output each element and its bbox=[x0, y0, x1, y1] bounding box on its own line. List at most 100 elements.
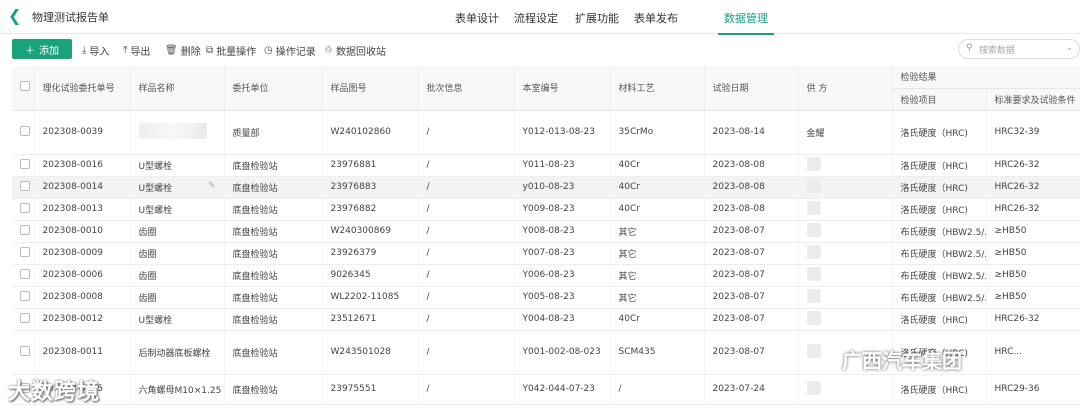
cell-supplier bbox=[798, 220, 893, 243]
cell-unit-text: 底盘检验站 bbox=[232, 183, 278, 194]
col-header-id[interactable]: 理化试验委托单号 bbox=[34, 66, 131, 111]
row-checkbox[interactable] bbox=[20, 268, 30, 279]
row-checkbox[interactable] bbox=[20, 345, 30, 356]
cell-item: 布氏硬度（HBW2.5/... bbox=[892, 264, 987, 287]
cell-sample bbox=[130, 110, 225, 155]
cell-batch: / bbox=[418, 242, 515, 265]
table-row[interactable]: 202308-0012 U型螺栓 底盘检验站 23512671 / Y004-08-23 4… bbox=[12, 308, 1080, 331]
row-checkbox[interactable] bbox=[20, 158, 30, 169]
cell-code-text: Y009-08-23 bbox=[522, 204, 575, 214]
col-header-batch[interactable]: 批次信息 bbox=[418, 66, 515, 111]
row-checkbox[interactable] bbox=[20, 290, 30, 301]
row-checkbox[interactable] bbox=[20, 246, 30, 257]
row-checkbox[interactable] bbox=[20, 125, 30, 136]
col-header-drawing[interactable]: 样品图号 bbox=[322, 66, 419, 111]
cell-material: 40Cr bbox=[610, 176, 705, 199]
row-checkbox[interactable] bbox=[20, 312, 30, 323]
clock-icon: ◷ bbox=[264, 45, 273, 56]
export-label: 导出 bbox=[130, 47, 151, 58]
batch-icon: ⧉ bbox=[206, 45, 214, 56]
cell-date: 2023-07-24 bbox=[704, 374, 799, 405]
cell-id-text: 202308-0039 bbox=[42, 127, 104, 137]
cell-unit-text: 底盘检验站 bbox=[232, 385, 278, 396]
row-checkbox-cell bbox=[12, 286, 35, 309]
add-button[interactable]: ＋ 添加 bbox=[12, 39, 72, 59]
row-checkbox-cell bbox=[12, 110, 35, 155]
cell-drawing: 23976882 bbox=[322, 198, 419, 221]
tab-form-design[interactable]: 表单设计 bbox=[455, 0, 499, 34]
cell-code-text: Y004-08-23 bbox=[522, 314, 575, 324]
recycle-button[interactable]: ♲ 数据回收站 bbox=[324, 43, 386, 58]
table-row[interactable]: 202308-0005 六角螺母M10×1.25 底盘检验站 23975551/Y04… bbox=[12, 374, 1080, 405]
col-header-date[interactable]: 试验日期 bbox=[704, 66, 799, 111]
select-all-checkbox[interactable] bbox=[20, 81, 30, 92]
cell-code: Y001-002-08-023 bbox=[514, 330, 611, 375]
tab-workflow[interactable]: 流程设定 bbox=[514, 0, 558, 34]
chevron-down-icon[interactable]: ⌄ bbox=[1066, 43, 1073, 52]
cell-unit-text: 质量部 bbox=[232, 128, 260, 139]
cell-drawing: 23976883 bbox=[322, 176, 419, 199]
row-checkbox[interactable] bbox=[20, 202, 30, 213]
col-header-standard[interactable]: 标准要求及试验条件 bbox=[986, 88, 1080, 111]
edit-icon[interactable]: ✎ bbox=[208, 181, 216, 191]
row-checkbox[interactable] bbox=[20, 224, 30, 235]
table-row[interactable]: 202308-0039 质量部 W240102860 / Y012-013-08-23 3… bbox=[12, 110, 1080, 155]
cell-id: 202308-0010 bbox=[34, 220, 131, 243]
back-icon[interactable]: ❮ bbox=[8, 6, 21, 25]
cell-id-text: 202308-0016 bbox=[42, 160, 104, 170]
table-row[interactable]: 202308-0008 齿圈 底盘检验站 WL2202-11085 / Y005-08-2… bbox=[12, 286, 1080, 309]
export-button[interactable]: ⤒ 导出 bbox=[123, 43, 150, 58]
cell-code-text: Y005-08-23 bbox=[522, 292, 575, 302]
cell-material-text: / bbox=[618, 384, 622, 394]
cell-date: 2023-08-07 bbox=[704, 308, 799, 331]
col-header-material[interactable]: 材料工艺 bbox=[610, 66, 705, 111]
cell-drawing-text: W240300869 bbox=[330, 226, 391, 236]
cell-sample: 齿圈 bbox=[130, 264, 225, 287]
table-row[interactable]: 202308-0009 齿圈 底盘检验站 23926379 / Y007-08-23 其它 2… bbox=[12, 242, 1080, 265]
cell-sample-text: U型螺栓 bbox=[138, 183, 173, 194]
cell-standard: HRC29-36 bbox=[986, 374, 1080, 405]
cell-standard: HRC26-32 bbox=[986, 154, 1080, 177]
cell-code-text: Y006-08-23 bbox=[522, 270, 575, 280]
cell-id: 202308-0016 bbox=[34, 154, 131, 177]
cell-unit-text: 底盘检验站 bbox=[232, 227, 278, 238]
cell-sample-text: 后制动器底板螺栓 bbox=[138, 348, 211, 359]
tab-data-management[interactable]: 数据管理 bbox=[718, 0, 774, 35]
cell-material: 40Cr bbox=[610, 154, 705, 177]
batch-button[interactable]: ⧉ 批量操作 bbox=[206, 43, 256, 58]
col-header-item[interactable]: 检验项目 bbox=[892, 88, 987, 111]
cell-date: 2023-08-07 bbox=[704, 264, 799, 287]
delete-button[interactable]: 🗑 删除 bbox=[165, 43, 201, 58]
cell-id-text: 202308-0010 bbox=[42, 226, 104, 236]
cell-id-text: 202308-0011 bbox=[42, 347, 104, 357]
col-header-unit[interactable]: 委托单位 bbox=[224, 66, 323, 111]
cell-drawing: WL2202-11085 bbox=[322, 286, 419, 309]
cell-standard: ≥HB50 bbox=[986, 220, 1080, 243]
cell-id: 202308-0012 bbox=[34, 308, 131, 331]
import-button[interactable]: ⤓ 导入 bbox=[82, 43, 109, 58]
cell-date: 2023-08-14 bbox=[704, 110, 799, 155]
log-button[interactable]: ◷ 操作记录 bbox=[264, 43, 316, 58]
cell-code: Y008-08-23 bbox=[514, 220, 611, 243]
cell-code: Y011-08-23 bbox=[514, 154, 611, 177]
cell-sample: U型螺栓 bbox=[130, 308, 225, 331]
cell-supplier bbox=[798, 154, 893, 177]
cell-drawing-text: W240102860 bbox=[330, 127, 391, 137]
cell-supplier bbox=[798, 198, 893, 221]
col-header-sample[interactable]: 样品名称 bbox=[130, 66, 225, 111]
tab-publish[interactable]: 表单发布 bbox=[634, 0, 678, 34]
col-header-code[interactable]: 本室编号 bbox=[514, 66, 611, 111]
cell-sample: 齿圈 bbox=[130, 242, 225, 265]
tab-extensions[interactable]: 扩展功能 bbox=[575, 0, 619, 34]
row-checkbox[interactable] bbox=[20, 180, 30, 191]
table-row[interactable]: 202308-0013 U型螺栓 底盘检验站 23976882 / Y009-08-23 4… bbox=[12, 198, 1080, 221]
table-row[interactable]: 202308-0006 齿圈 底盘检验站 9026345 / Y006-08-23 其它 20… bbox=[12, 264, 1080, 287]
cell-id-text: 202308-0012 bbox=[42, 314, 104, 324]
table-row[interactable]: 202308-0016 U型螺栓 底盘检验站 23976881 / Y011-08-23 4… bbox=[12, 154, 1080, 177]
table-row[interactable]: 202308-0014 U型螺栓 ✎ 底盘检验站 23976883 / y010-08-23… bbox=[12, 176, 1080, 199]
cell-id: 202308-0039 bbox=[34, 110, 131, 155]
cell-batch: / bbox=[418, 330, 515, 375]
search-input[interactable]: ⚲ 搜索数据 ⌄ bbox=[958, 39, 1080, 59]
table-row[interactable]: 202308-0010 齿圈 底盘检验站 W240300869 / Y008-08-23 其… bbox=[12, 220, 1080, 243]
col-header-supplier[interactable]: 供 方 bbox=[798, 66, 893, 111]
